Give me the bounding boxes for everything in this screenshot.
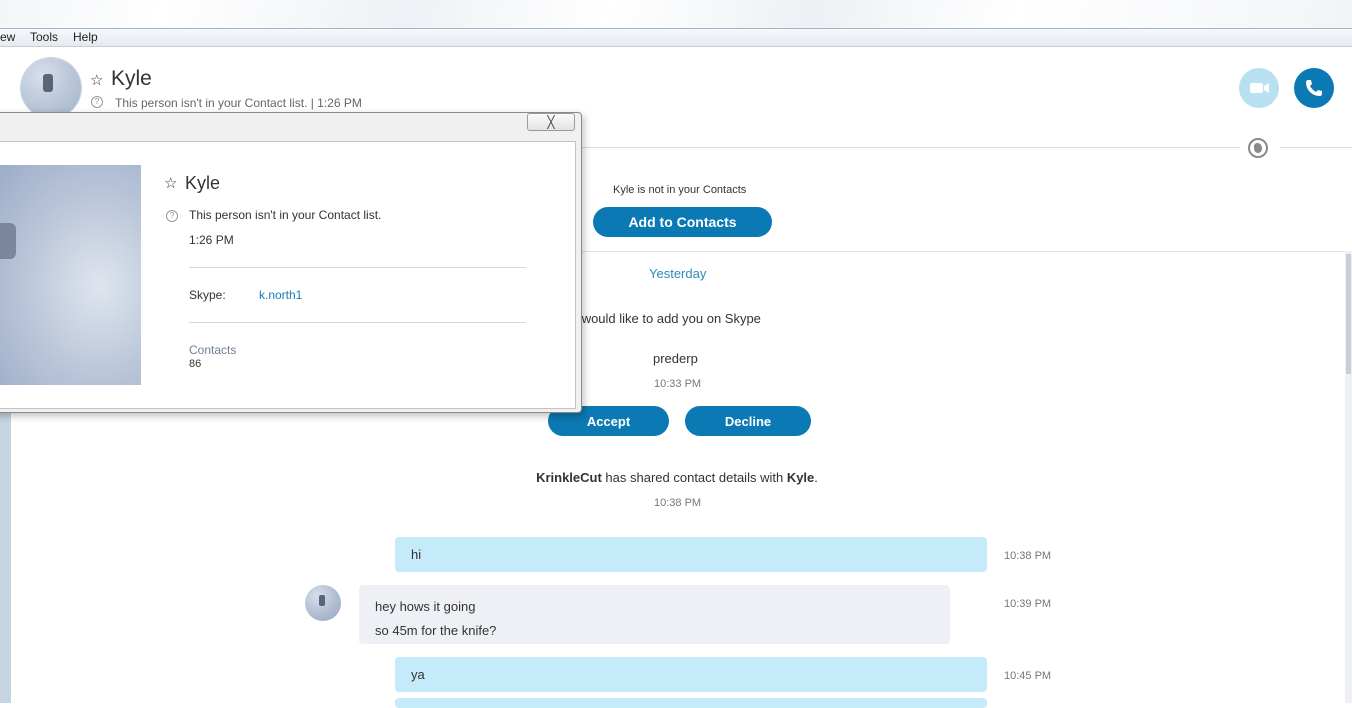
message-bubble-incoming[interactable]: hey hows it going so 45m for the knife? xyxy=(359,585,950,644)
contacts-count: 86 xyxy=(189,358,202,370)
favorite-star-icon[interactable]: ☆ xyxy=(90,71,103,89)
message-time: 10:45 PM xyxy=(1004,670,1052,682)
profile-local-time: 1:26 PM xyxy=(189,233,234,247)
sender-avatar[interactable] xyxy=(305,585,341,621)
skype-name-link[interactable]: k.north1 xyxy=(259,288,302,302)
message-text: ya xyxy=(411,667,425,682)
contact-request-text: yle would like to add you on Skype xyxy=(560,311,800,326)
message-bubble-outgoing-partial[interactable] xyxy=(395,698,987,708)
shared-time: 10:38 PM xyxy=(654,497,702,509)
add-to-contacts-button[interactable]: Add to Contacts xyxy=(593,207,772,237)
shared-middle: has shared contact details with xyxy=(601,470,787,485)
profile-photo xyxy=(0,165,141,385)
help-icon: ? xyxy=(166,210,178,222)
shared-actor: KrinkleCut xyxy=(536,470,602,485)
message-text: so 45m for the knife? xyxy=(375,623,497,638)
phone-icon xyxy=(1306,80,1322,96)
request-message: prederp xyxy=(653,351,698,366)
header-divider xyxy=(580,147,1240,148)
date-divider: Yesterday xyxy=(649,266,707,281)
message-time: 10:38 PM xyxy=(1004,550,1052,562)
audio-call-button[interactable] xyxy=(1294,68,1334,108)
contact-avatar[interactable] xyxy=(21,58,81,118)
not-in-contacts-notice: Kyle is not in your Contacts xyxy=(613,184,747,196)
shared-target: Kyle xyxy=(786,470,815,485)
message-bubble-outgoing[interactable]: ya xyxy=(395,657,987,692)
contacts-label: Contacts xyxy=(189,343,237,357)
skype-label: Skype: xyxy=(189,288,226,302)
decline-button[interactable]: Decline xyxy=(685,406,811,436)
video-camera-icon xyxy=(1250,83,1269,93)
message-bubble-outgoing[interactable]: hi xyxy=(395,537,987,572)
shared-contact-event: KrinkleCut has shared contact details wi… xyxy=(480,470,874,485)
message-text: hey hows it going xyxy=(375,599,476,614)
profile-divider xyxy=(189,267,526,268)
close-icon[interactable]: ╳ xyxy=(527,113,575,131)
message-text: hi xyxy=(411,547,422,562)
globe-icon[interactable] xyxy=(1248,138,1268,158)
profile-name: Kyle xyxy=(185,173,221,193)
help-icon: ? xyxy=(91,96,103,108)
favorite-star-icon[interactable]: ☆ xyxy=(164,174,177,192)
menu-bar: ew Tools Help xyxy=(0,29,1352,47)
menu-tools[interactable]: Tools xyxy=(30,30,58,44)
profile-divider xyxy=(189,322,526,323)
contact-status: This person isn't in your Contact list. … xyxy=(115,96,362,110)
menu-help[interactable]: Help xyxy=(73,30,98,44)
profile-status: This person isn't in your Contact list. xyxy=(189,208,382,222)
contact-name[interactable]: Kyle xyxy=(111,67,152,91)
menu-view[interactable]: ew xyxy=(0,30,15,44)
request-time: 10:33 PM xyxy=(654,378,702,390)
shared-end: . xyxy=(814,470,818,485)
video-call-button[interactable] xyxy=(1239,68,1279,108)
request-body: would like to add you on Skype xyxy=(578,311,761,326)
header-divider-right xyxy=(1280,147,1352,148)
chat-scroll-thumb[interactable] xyxy=(1346,254,1351,374)
window-title-strip xyxy=(0,0,1352,29)
message-time: 10:39 PM xyxy=(1004,598,1052,610)
